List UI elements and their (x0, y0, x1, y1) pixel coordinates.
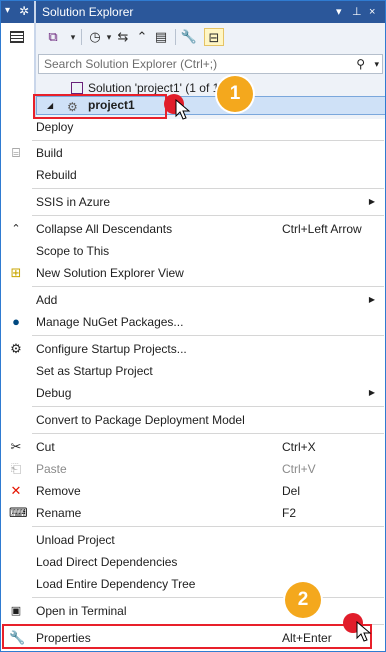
rename-icon: ⌨ (9, 505, 28, 520)
search-input[interactable]: Search Solution Explorer (Ctrl+;) ⚲ ▾ (38, 54, 383, 74)
left-panel-strip: ▾ ✲ (1, 1, 36, 119)
pin-icon[interactable]: ⊥ (352, 1, 362, 23)
chevron-up-icon: ⌃ (11, 223, 21, 235)
submenu-arrow-icon: ▶ (368, 197, 375, 206)
gear-icon: ⚙ (10, 341, 22, 356)
search-placeholder: Search Solution Explorer (Ctrl+;) (44, 57, 218, 71)
new-view-icon: ⊞ (10, 265, 22, 280)
menu-item-set-startup[interactable]: Set as Startup Project (2, 360, 385, 382)
menu-item-rename[interactable]: ⌨ Rename F2 (2, 502, 385, 524)
menu-item-remove[interactable]: ✕ Remove Del (2, 480, 385, 502)
search-options-dropdown-icon[interactable]: ▾ (374, 55, 379, 73)
collapse-all-icon[interactable]: ⌃ (133, 28, 151, 46)
menu-item-debug[interactable]: Debug ▶ (2, 382, 385, 404)
menu-item-add[interactable]: Add ▶ (2, 289, 385, 311)
delete-x-icon: ✕ (10, 483, 22, 498)
menu-item-new-view[interactable]: ⊞ New Solution Explorer View (2, 262, 385, 284)
solution-icon (71, 82, 83, 94)
menu-item-rebuild[interactable]: Rebuild (2, 164, 385, 186)
menu-item-manage-nuget[interactable]: ● Manage NuGet Packages... (2, 311, 385, 333)
search-icon[interactable]: ⚲ (356, 55, 365, 73)
solution-label: Solution 'project1' (1 of 1 pr (88, 81, 234, 95)
menu-item-load-entire[interactable]: Load Entire Dependency Tree (2, 573, 385, 595)
properties-highlight-box (2, 624, 372, 649)
properties-wrench-icon[interactable]: 🔧 (180, 28, 198, 46)
menu-item-convert[interactable]: Convert to Package Deployment Model (2, 409, 385, 431)
project-highlight-box (33, 94, 167, 119)
submenu-arrow-icon: ▶ (368, 295, 375, 304)
menu-item-open-terminal[interactable]: ▣ Open in Terminal (2, 600, 385, 622)
submenu-arrow-icon: ▶ (368, 388, 375, 397)
context-menu: Deploy ⌸ Build Rebuild SSIS in Azure ▶ ⌃… (2, 116, 385, 651)
menu-item-configure-startup[interactable]: ⚙ Configure Startup Projects... (2, 338, 385, 360)
menu-item-unload[interactable]: Unload Project (2, 529, 385, 551)
switch-views-dropdown-icon[interactable]: ▾ (64, 28, 82, 46)
properties-grid-icon[interactable] (10, 31, 24, 43)
gear-icon[interactable]: ✲ (19, 4, 29, 18)
left-panel-titlebar: ▾ ✲ (1, 1, 36, 23)
build-icon: ⌸ (12, 145, 20, 160)
menu-item-cut[interactable]: ✂ Cut Ctrl+X (2, 436, 385, 458)
menu-item-ssis-in-azure[interactable]: SSIS in Azure ▶ (2, 191, 385, 213)
menu-item-scope-to-this[interactable]: Scope to This (2, 240, 385, 262)
menu-item-paste: ⎗ Paste Ctrl+V (10, 461, 316, 477)
terminal-icon: ▣ (10, 605, 22, 617)
menu-item-collapse-all[interactable]: ⌃ Collapse All Descendants Ctrl+Left Arr… (2, 218, 385, 240)
close-icon[interactable]: × (369, 1, 375, 23)
menu-item-load-direct[interactable]: Load Direct Dependencies (2, 551, 385, 573)
menu-item-deploy[interactable]: Deploy (2, 116, 385, 138)
mouse-cursor-icon (175, 99, 191, 120)
app-frame: ▾ ✲ Solution Explorer ▾ ⊥ × ⧉ ▾ ◷ ▾ ⇆ ⌃ … (0, 0, 386, 652)
sync-active-document-icon[interactable]: ⇆ (114, 28, 132, 46)
scissors-icon: ✂ (10, 439, 22, 454)
clipboard-icon: ⎗ (10, 461, 22, 476)
step-badge-1: 1 (217, 76, 253, 112)
switch-views-icon[interactable]: ⧉ (44, 28, 62, 46)
solution-explorer-titlebar: Solution Explorer ▾ ⊥ × (36, 1, 385, 23)
mouse-cursor-icon (356, 621, 372, 642)
nuget-icon: ● (12, 314, 20, 329)
menu-item-build[interactable]: ⌸ Build (2, 142, 385, 164)
step-badge-2: 2 (285, 582, 321, 618)
window-position-dropdown-icon[interactable]: ▾ (336, 1, 342, 23)
solution-explorer-toolbar: ⧉ ▾ ◷ ▾ ⇆ ⌃ ▤ 🔧 ⊟ (36, 23, 385, 51)
preview-selected-items-icon[interactable]: ⊟ (204, 28, 224, 46)
show-all-files-icon[interactable]: ▤ (152, 28, 170, 46)
panel-title: Solution Explorer (42, 5, 134, 19)
left-dropdown-icon[interactable]: ▾ (5, 5, 10, 16)
